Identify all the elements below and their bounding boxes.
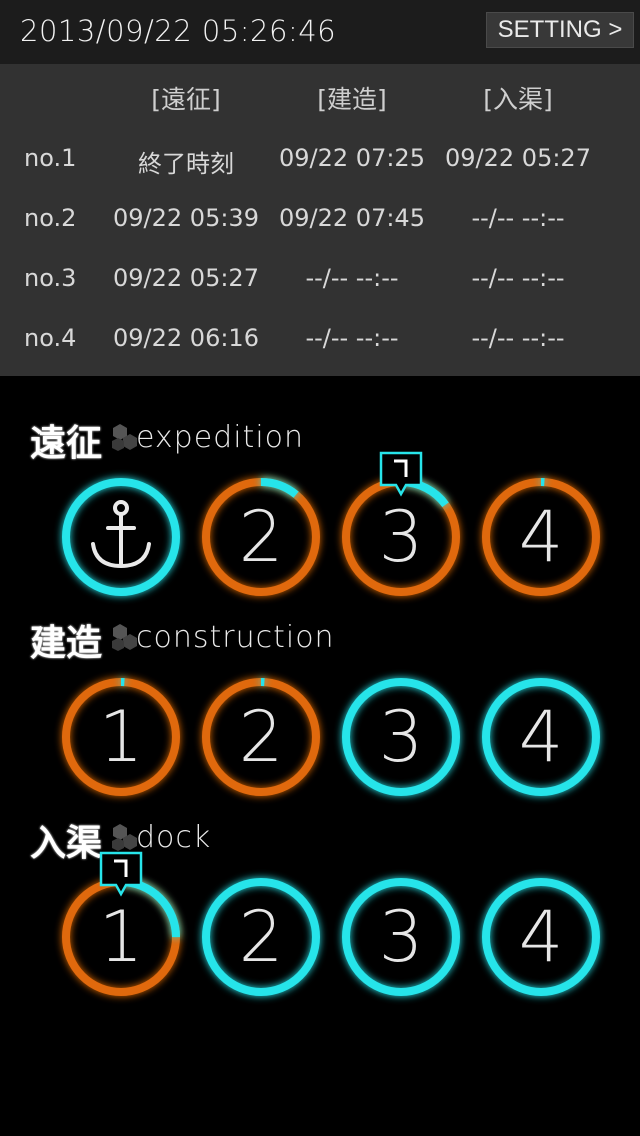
slot-number: 4 [518,696,564,778]
section-title-jp: 遠征 [30,422,103,464]
notification-badge-icon [379,451,423,497]
slot-number: 1 [98,696,144,778]
expedition-slot-4[interactable]: 4 [476,472,606,602]
dock-slot-3[interactable]: 3 [336,872,466,1002]
table-cell: 09/22 07:45 [279,204,425,232]
slot-number: 3 [378,696,424,778]
row-label: no.2 [24,204,77,232]
dock-slot-1[interactable]: 1 [56,851,186,1002]
table-cell: --/-- --:-- [471,264,565,292]
construction-slot-1[interactable]: 1 [56,672,186,802]
construction-slot-4[interactable]: 4 [476,672,606,802]
timer-table: [遠征] [建造] [入渠] no.1 終了時刻 09/22 07:25 09/… [0,64,640,376]
row-label: no.1 [24,144,77,172]
column-header-expedition: [遠征] [151,85,221,114]
table-cell: --/-- --:-- [305,264,399,292]
column-header-dock: [入渠] [483,85,553,114]
slot-number: 4 [518,896,564,978]
table-cell: 09/22 05:39 [113,204,259,232]
table-cell: --/-- --:-- [305,324,399,352]
dock-slot-2[interactable]: 2 [196,872,326,1002]
row-label: no.3 [24,264,77,292]
section-title-en: construction [136,620,335,655]
expedition-slot-3[interactable]: 3 [336,451,466,602]
slot-number: 2 [238,496,284,578]
slot-number: 2 [238,696,284,778]
table-cell: --/-- --:-- [471,204,565,232]
expedition-slot-1[interactable] [56,472,186,602]
slot-number: 4 [518,496,564,578]
section-title-en: dock [136,820,212,855]
slot-number: 2 [238,896,284,978]
top-bar: 2013/09/22 05:26:46 SETTING > [0,0,640,64]
expedition-slot-2[interactable]: 2 [196,472,326,602]
dock-slot-4[interactable]: 4 [476,872,606,1002]
table-cell: 09/22 06:16 [113,324,259,352]
table-cell: --/-- --:-- [471,324,565,352]
current-datetime: 2013/09/22 05:26:46 [20,14,337,48]
table-cell: 終了時刻 [138,150,234,178]
setting-button[interactable]: SETTING > [486,12,634,48]
construction-slot-2[interactable]: 2 [196,672,326,802]
section-title-en: expedition [136,420,305,455]
slot-number: 3 [378,896,424,978]
row-label: no.4 [24,324,77,352]
notification-badge-icon [99,851,143,897]
anchor-icon [91,500,151,569]
column-header-construction: [建造] [317,85,387,114]
section-title-jp: 入渠 [30,822,103,864]
table-cell: 09/22 05:27 [445,144,591,172]
section-title-jp: 建造 [30,622,103,664]
timer-ring [62,478,180,596]
construction-slot-3[interactable]: 3 [336,672,466,802]
table-cell: 09/22 05:27 [113,264,259,292]
table-cell: 09/22 07:25 [279,144,425,172]
